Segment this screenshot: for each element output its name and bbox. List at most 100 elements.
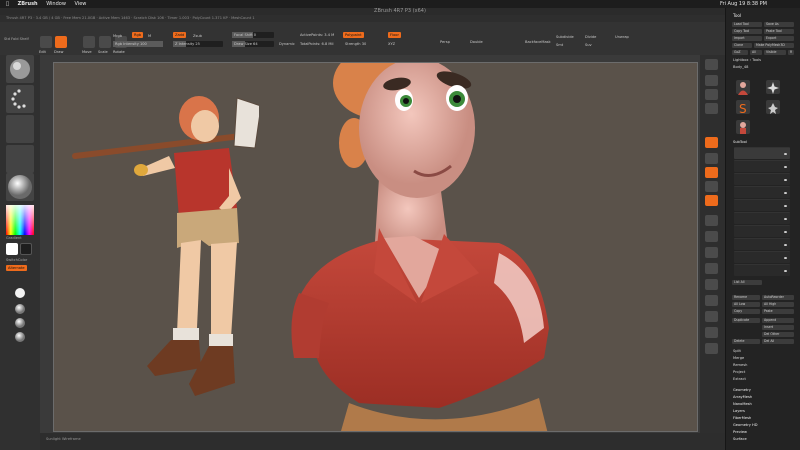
zoom-button[interactable] xyxy=(705,89,718,100)
eye-icon[interactable] xyxy=(784,205,787,207)
xyz-toggle[interactable]: XYZ xyxy=(388,42,395,46)
stroke-thumbnail[interactable] xyxy=(6,85,34,113)
preview-section[interactable]: Preview xyxy=(733,430,747,434)
subtool-item[interactable] xyxy=(734,264,790,276)
persp-view-button[interactable] xyxy=(705,137,718,148)
surface-section[interactable]: Surface xyxy=(733,437,747,441)
del-other-button[interactable]: Del Other xyxy=(762,332,794,337)
rotate-view-button[interactable] xyxy=(705,263,718,274)
menu-view[interactable]: View xyxy=(75,1,87,7)
actual-button[interactable] xyxy=(705,103,718,114)
subtool-header[interactable]: SubTool xyxy=(733,140,747,144)
subtool-item[interactable] xyxy=(734,212,790,224)
eye-icon[interactable] xyxy=(784,270,787,272)
scroll-button[interactable] xyxy=(705,75,718,86)
tool-thumb-star[interactable] xyxy=(766,80,780,94)
frame-button[interactable] xyxy=(705,215,718,226)
material-spheres-icon[interactable] xyxy=(12,287,28,347)
brush-thumbnail[interactable] xyxy=(6,55,34,83)
move-view-button[interactable] xyxy=(705,231,718,242)
alternate-toggle[interactable]: Alternate xyxy=(6,265,27,271)
menu-window[interactable]: Window xyxy=(46,1,66,7)
visible-button[interactable]: Visible xyxy=(764,50,786,55)
project-menu[interactable]: Project xyxy=(733,370,745,374)
transp-button[interactable] xyxy=(705,311,718,322)
nanomesh-section[interactable]: NanoMesh xyxy=(733,402,752,406)
subtool-item[interactable] xyxy=(734,199,790,211)
make-polymesh-button[interactable]: Make PolyMesh3D xyxy=(754,43,794,48)
geometry-hd-section[interactable]: Geometry HD xyxy=(733,423,758,427)
lightbox-tools-link[interactable]: Lightbox › Tools xyxy=(733,58,761,62)
eye-icon[interactable] xyxy=(784,218,787,220)
polypaint-button[interactable]: Polypaint xyxy=(343,32,364,38)
insert-button[interactable]: Insert xyxy=(762,325,794,330)
extract-menu[interactable]: Extract xyxy=(733,377,746,381)
viewport-canvas[interactable] xyxy=(53,62,698,432)
rgb-toggle[interactable]: Rgb xyxy=(132,32,144,38)
all-button[interactable]: All xyxy=(750,50,762,55)
move-button[interactable] xyxy=(83,36,95,48)
eye-icon[interactable] xyxy=(784,179,787,181)
gyro-button[interactable] xyxy=(705,181,718,192)
divide-button[interactable]: Divide xyxy=(585,35,596,39)
backface-mask-button[interactable]: BackfaceMask xyxy=(525,40,551,44)
layers-section[interactable]: Layers xyxy=(733,409,745,413)
duplicate-button[interactable]: Duplicate xyxy=(732,318,760,323)
subtool-item[interactable] xyxy=(734,186,790,198)
alpha-thumbnail[interactable] xyxy=(6,115,34,143)
tool-thumb-mini[interactable] xyxy=(736,120,750,134)
eye-icon[interactable] xyxy=(784,231,787,233)
import-button[interactable]: Import xyxy=(732,36,762,41)
paste-tool-button[interactable]: Paste Tool xyxy=(764,29,794,34)
bpr-button[interactable] xyxy=(705,59,718,70)
append-button[interactable]: Append xyxy=(762,318,794,323)
subtool-item[interactable] xyxy=(734,147,790,159)
switch-color-label[interactable]: SwitchColor xyxy=(6,258,27,262)
subtool-item[interactable] xyxy=(734,173,790,185)
primary-color-swatch[interactable] xyxy=(6,243,18,255)
color-picker[interactable] xyxy=(6,205,34,235)
all-high-button[interactable]: All High xyxy=(762,302,794,307)
zsub-toggle[interactable]: Zsub xyxy=(193,34,202,38)
xyz-button[interactable] xyxy=(705,195,718,206)
eye-icon[interactable] xyxy=(784,153,787,155)
scale-view-button[interactable] xyxy=(705,247,718,258)
list-all-button[interactable]: List All xyxy=(732,280,762,285)
current-tool-name[interactable]: Body_48 xyxy=(733,65,748,69)
material-thumbnail[interactable] xyxy=(6,173,34,201)
arraymesh-section[interactable]: ArrayMesh xyxy=(733,395,752,399)
unwrap-button[interactable]: Unwrap xyxy=(615,35,629,39)
texture-thumbnail[interactable] xyxy=(6,145,34,173)
tool-palette-title[interactable]: Tool xyxy=(733,13,741,18)
subdivide-button[interactable]: Subdivide xyxy=(556,35,574,39)
gradient-label[interactable]: Gradient xyxy=(6,236,22,240)
tool-thumb-figure[interactable] xyxy=(766,100,780,114)
polyf-button[interactable] xyxy=(705,295,718,306)
copy-tool-button[interactable]: Copy Tool xyxy=(732,29,762,34)
solo-button[interactable] xyxy=(705,343,718,354)
r-button[interactable]: R xyxy=(788,50,794,55)
subtool-item[interactable] xyxy=(734,160,790,172)
goz-button[interactable]: GoZ xyxy=(732,50,748,55)
smt-toggle[interactable]: Smt xyxy=(556,43,563,47)
linefill-button[interactable] xyxy=(705,279,718,290)
remesh-menu[interactable]: Remesh xyxy=(733,363,747,367)
draw-button[interactable] xyxy=(55,36,67,48)
dynamic-toggle[interactable]: Dynamic xyxy=(279,42,295,46)
delete-button[interactable]: Delete xyxy=(732,339,760,344)
floor-view-button[interactable] xyxy=(705,153,718,164)
save-as-button[interactable]: Save As xyxy=(764,22,794,27)
subtool-item[interactable] xyxy=(734,225,790,237)
zadd-toggle[interactable]: Zadd xyxy=(173,32,187,38)
subtool-item[interactable] xyxy=(734,238,790,250)
paste-button[interactable]: Paste xyxy=(762,309,794,314)
tool-thumb-s[interactable]: S xyxy=(736,100,750,116)
menu-app[interactable]: ZBrush xyxy=(18,1,38,7)
eye-icon[interactable] xyxy=(784,244,787,246)
scale-button[interactable] xyxy=(99,36,111,48)
persp-button[interactable]: Persp xyxy=(440,40,450,44)
rename-button[interactable]: Rename xyxy=(732,295,760,300)
eye-icon[interactable] xyxy=(784,192,787,194)
clone-button[interactable]: Clone xyxy=(732,43,752,48)
edit-button[interactable] xyxy=(40,36,52,48)
